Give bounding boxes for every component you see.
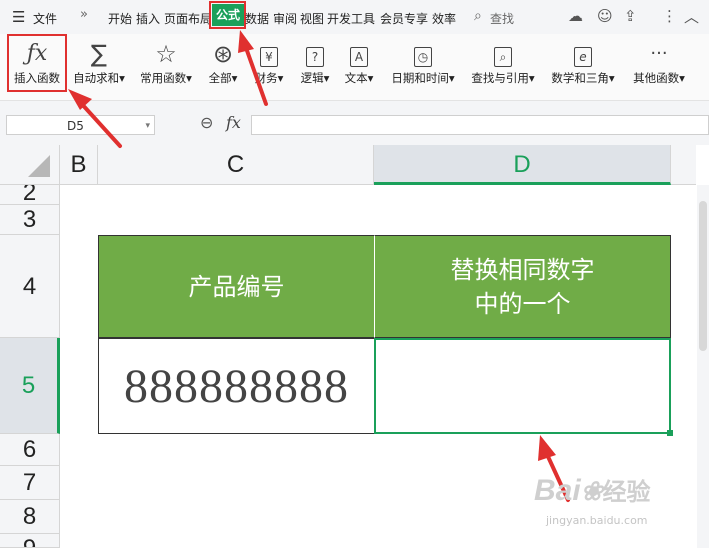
autosum-button[interactable]: ∑ 自动求和▾ [68,34,130,100]
header-replace-line2: 中的一个 [474,289,571,318]
collapse-icon[interactable]: ︿ [684,6,699,27]
tab-page-layout[interactable]: 页面布局 [164,10,212,27]
clock-icon: ◷ [414,47,432,67]
logical-button[interactable]: ? 逻辑▾ [296,34,334,100]
highlight-box-formula-tab [209,1,246,29]
column-header-c[interactable]: C [98,145,374,185]
lookup-reference-button[interactable]: ⌕ 查找与引用▾ [466,34,540,100]
file-menu[interactable]: 文件 [33,10,57,27]
paw-icon: ❀ [580,476,603,506]
cell-d5-selected[interactable] [374,338,671,434]
ribbon: ƒx 插入函数 ∑ 自动求和▾ ☆ 常用函数▾ ⊛ 全部▾ ¥ 财务▾ ? 逻辑… [0,34,709,101]
other-functions-label: 其他函数 [633,71,680,85]
math-trig-label: 数学和三角 [551,71,609,85]
column-header-filler [671,145,696,185]
row-header-7[interactable]: 7 [0,466,60,500]
fill-handle[interactable] [667,430,673,436]
expand-icon[interactable]: » [80,7,88,22]
text-button[interactable]: A 文本▾ [340,34,378,100]
watermark: Bai❀经验 jingyan.baidu.com [520,470,690,540]
header-product-number: 产品编号 [188,272,285,301]
date-time-button[interactable]: ◷ 日期和时间▾ [386,34,460,100]
financial-label: 财务 [254,71,278,85]
math-icon: e [574,47,592,67]
cell-d4-header[interactable]: 替换相同数字 中的一个 [374,235,671,338]
name-box[interactable]: D5 ▾ [6,115,155,135]
watermark-brand: Bai [534,474,581,507]
cell-c5[interactable]: 888888888 [98,338,375,434]
search-label[interactable]: 查找 [490,10,514,27]
column-header-b[interactable]: B [60,145,98,185]
text-label: 文本 [344,71,368,85]
zoom-icon[interactable]: ⊖ [200,113,213,132]
tab-home[interactable]: 开始 [108,10,132,27]
watermark-brand2: 经验 [602,479,651,506]
tab-review[interactable]: 审阅 [273,10,297,27]
star-icon: ☆ [155,40,177,68]
common-functions-label: 常用函数 [140,71,187,85]
column-header-d[interactable]: D [374,145,671,185]
cloud-icon[interactable]: ☁ [568,7,583,25]
math-trig-button[interactable]: e 数学和三角▾ [546,34,620,100]
watermark-url: jingyan.baidu.com [546,514,648,527]
share-icon[interactable]: ⇪ [624,7,637,25]
row-header-3[interactable]: 3 [0,205,60,235]
lookup-icon: ⌕ [494,47,512,67]
tab-developer[interactable]: 开发工具 [327,10,375,27]
ellipsis-icon: ··· [650,43,668,64]
scrollbar-thumb[interactable] [699,201,707,351]
more-icon[interactable]: ⋮ [662,7,677,25]
logical-label: 逻辑 [300,71,324,85]
yen-icon: ¥ [260,47,278,67]
tab-view[interactable]: 视图 [300,10,324,27]
fx-icon[interactable]: fx [226,113,241,132]
formula-input[interactable] [251,115,709,135]
tab-data[interactable]: 数据 [245,10,269,27]
all-icon: ⊛ [212,40,234,68]
all-functions-button[interactable]: ⊛ 全部▾ [204,34,242,100]
namebox-dropdown-icon[interactable]: ▾ [145,116,150,136]
text-icon: A [350,47,368,67]
lookup-reference-label: 查找与引用 [471,71,529,85]
row-header-6[interactable]: 6 [0,434,60,466]
search-icon[interactable]: ⌕ [474,8,482,24]
row-header-5[interactable]: 5 [0,338,60,434]
tab-member[interactable]: 会员专享 [380,10,428,27]
sum-icon: ∑ [90,40,108,68]
common-functions-button[interactable]: ☆ 常用函数▾ [136,34,196,100]
cell-c4-header[interactable]: 产品编号 [98,235,374,338]
select-all-corner[interactable] [0,145,60,185]
corner-triangle-icon [28,155,50,177]
highlight-box-insert-function [7,34,67,92]
row-header-2[interactable]: 2 [0,185,60,205]
row-header-9[interactable]: 9 [0,534,60,548]
user-icon[interactable]: ☺ [597,7,613,25]
tab-efficiency[interactable]: 效率 [432,10,456,27]
financial-button[interactable]: ¥ 财务▾ [250,34,288,100]
other-functions-button[interactable]: ··· 其他函数▾ [628,34,690,100]
row-header-4[interactable]: 4 [0,235,60,338]
autosum-label: 自动求和 [73,71,120,85]
vertical-scrollbar[interactable] [697,185,709,548]
cell-reference: D5 [67,119,84,133]
all-functions-label: 全部 [208,71,232,85]
row-header-8[interactable]: 8 [0,500,60,534]
date-time-label: 日期和时间 [391,71,449,85]
menu-icon[interactable]: ☰ [12,8,25,26]
question-icon: ? [306,47,324,67]
header-replace-line1: 替换相同数字 [450,255,595,284]
tab-insert[interactable]: 插入 [136,10,160,27]
